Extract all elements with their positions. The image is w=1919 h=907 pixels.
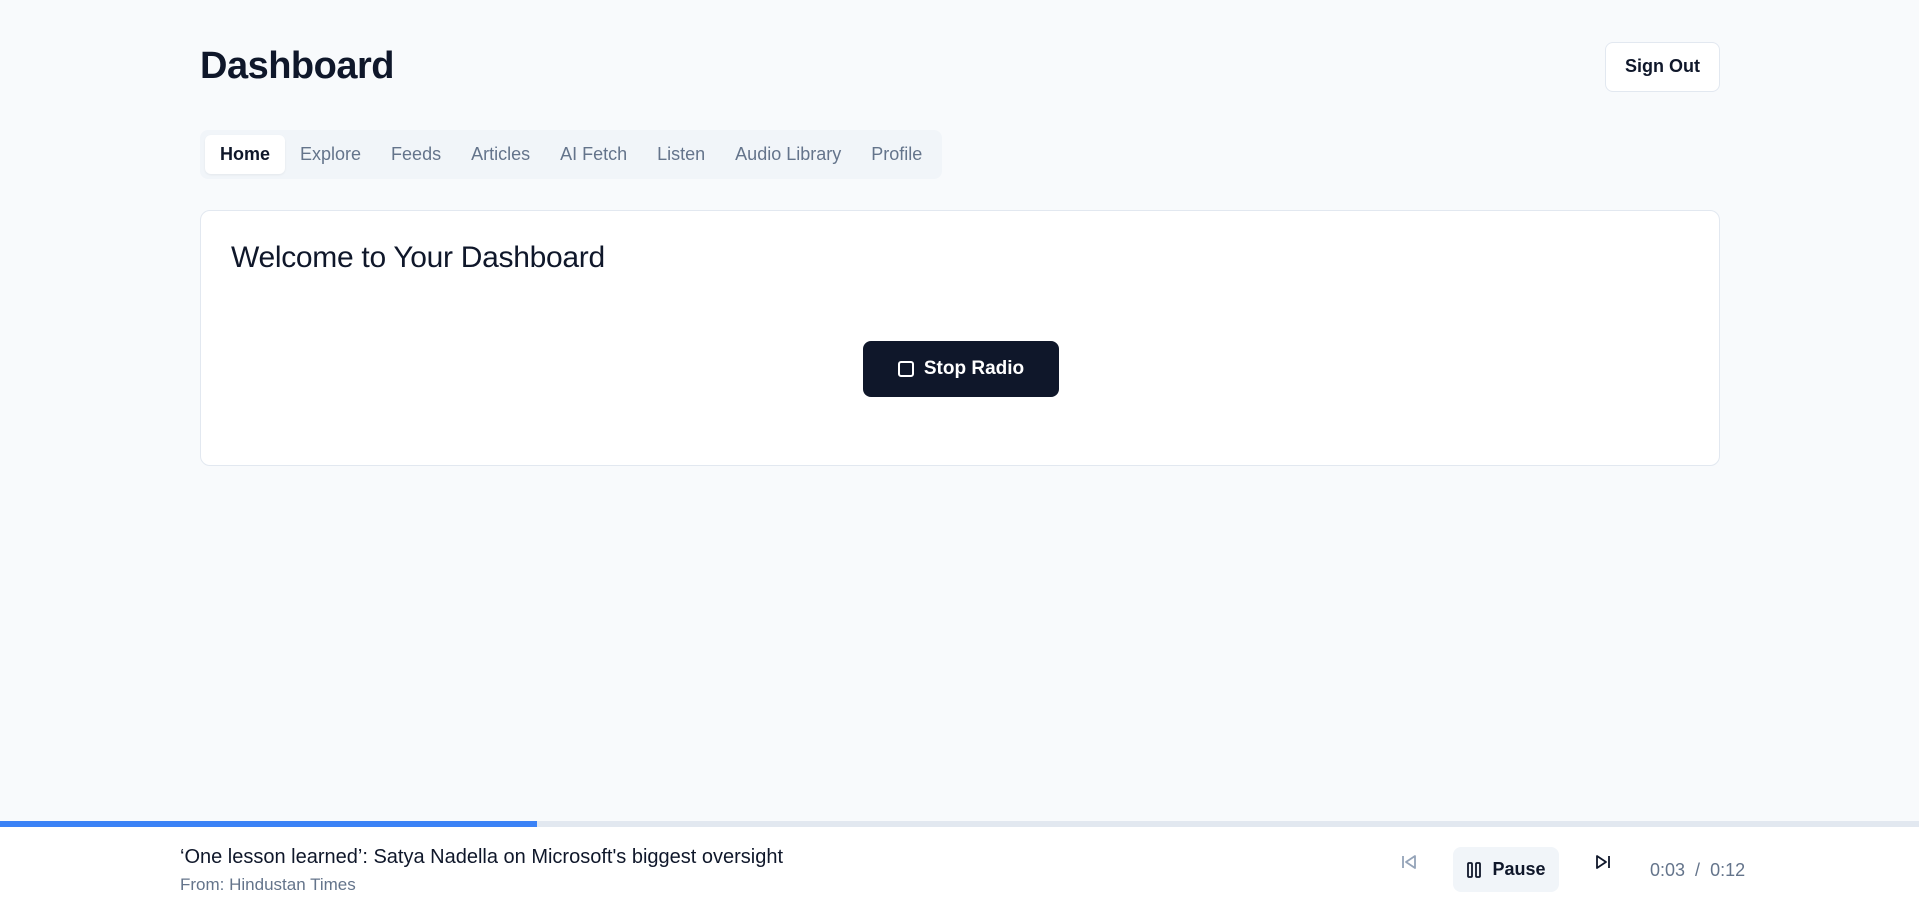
header: Dashboard Sign Out xyxy=(200,40,1720,92)
current-time: 0:03 xyxy=(1650,860,1686,880)
next-button[interactable] xyxy=(1588,847,1618,877)
time-separator: / xyxy=(1695,860,1701,880)
page-title: Dashboard xyxy=(200,44,394,87)
tab-articles[interactable]: Articles xyxy=(456,135,545,174)
dashboard-page: Dashboard Sign Out Home Explore Feeds Ar… xyxy=(0,0,1919,907)
sign-out-button[interactable]: Sign Out xyxy=(1605,41,1720,92)
tab-ai-fetch[interactable]: AI Fetch xyxy=(545,135,642,174)
stop-radio-label: Stop Radio xyxy=(923,358,1025,379)
nav-tabs: Home Explore Feeds Articles AI Fetch Lis… xyxy=(200,130,943,179)
pause-icon xyxy=(1467,861,1482,878)
track-title: ‘One lesson learned’: Satya Nadella on M… xyxy=(180,846,784,868)
previous-button[interactable] xyxy=(1394,847,1424,877)
pause-label: Pause xyxy=(1492,859,1546,879)
card-title: Welcome to Your Dashboard xyxy=(231,241,605,274)
tab-explore[interactable]: Explore xyxy=(285,135,376,174)
progress-bar[interactable] xyxy=(0,821,1919,827)
time-display: 0:03 / 0:12 xyxy=(1650,860,1745,881)
stop-radio-button[interactable]: Stop Radio xyxy=(863,341,1059,397)
track-source: From: Hindustan Times xyxy=(180,875,356,894)
tab-listen[interactable]: Listen xyxy=(642,135,720,174)
progress-fill xyxy=(0,821,538,827)
audio-player: ‘One lesson learned’: Satya Nadella on M… xyxy=(0,821,1919,907)
tab-audio-library[interactable]: Audio Library xyxy=(720,135,856,174)
pause-button[interactable]: Pause xyxy=(1453,847,1559,892)
tab-profile[interactable]: Profile xyxy=(856,135,937,174)
skip-forward-icon xyxy=(1596,855,1610,869)
tab-feeds[interactable]: Feeds xyxy=(376,135,456,174)
welcome-card: Welcome to Your Dashboard Stop Radio xyxy=(200,210,1720,466)
tab-home[interactable]: Home xyxy=(205,135,286,174)
skip-back-icon xyxy=(1402,855,1416,869)
square-icon xyxy=(897,361,914,377)
duration: 0:12 xyxy=(1710,860,1746,880)
